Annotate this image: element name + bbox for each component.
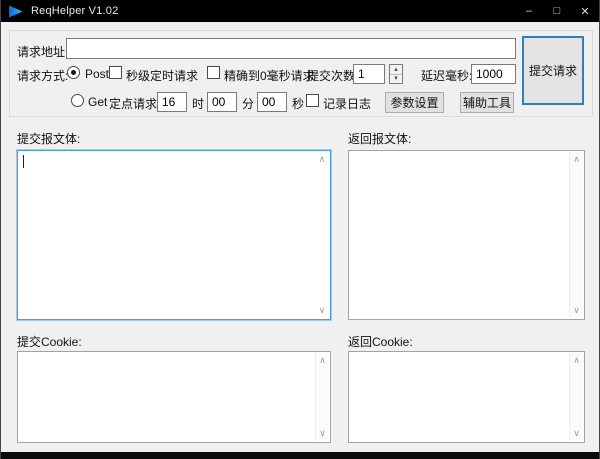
spinner-down-icon[interactable]: ▾ xyxy=(390,75,402,84)
submit-request-button[interactable]: 提交请求 xyxy=(522,36,584,105)
second-unit-label: 秒 xyxy=(292,95,304,112)
chevron-down-icon[interactable]: ∨ xyxy=(573,426,580,441)
submit-count-stepper[interactable]: ▴ ▾ xyxy=(389,64,403,84)
precise-zero-ms-checkbox[interactable] xyxy=(207,66,220,79)
window-title: ReqHelper V1.02 xyxy=(31,5,118,17)
log-checkbox[interactable] xyxy=(306,94,319,107)
maximize-icon[interactable]: □ xyxy=(543,0,571,22)
chevron-up-icon[interactable]: ∧ xyxy=(319,152,326,167)
chevron-down-icon[interactable]: ∨ xyxy=(319,303,326,318)
app-icon xyxy=(9,5,23,18)
get-radio[interactable] xyxy=(71,94,84,107)
response-body-label: 返回报文体: xyxy=(348,130,411,147)
chevron-down-icon[interactable]: ∨ xyxy=(573,303,580,318)
delay-ms-input[interactable] xyxy=(471,64,516,84)
seconds-timer-label[interactable]: 秒级定时请求 xyxy=(126,67,198,84)
titlebar: ReqHelper V1.02 – □ ✕ xyxy=(1,0,600,22)
radio-selected-dot xyxy=(71,70,76,75)
close-icon[interactable]: ✕ xyxy=(571,0,599,22)
request-cookie-label: 提交Cookie: xyxy=(17,333,82,350)
second-input[interactable] xyxy=(257,92,287,112)
chevron-down-icon[interactable]: ∨ xyxy=(319,426,326,441)
log-checkbox-label[interactable]: 记录日志 xyxy=(323,95,371,112)
minute-unit-label: 分 xyxy=(242,95,254,112)
hour-input[interactable] xyxy=(157,92,187,112)
address-input[interactable] xyxy=(66,38,516,59)
chevron-up-icon[interactable]: ∧ xyxy=(573,353,580,368)
seconds-timer-checkbox[interactable] xyxy=(109,66,122,79)
delay-ms-label: 延迟毫秒: xyxy=(421,67,472,84)
text-caret xyxy=(23,155,24,168)
chevron-up-icon[interactable]: ∧ xyxy=(319,353,326,368)
get-radio-label[interactable]: Get xyxy=(88,95,107,109)
scheduled-request-label: 定点请求: xyxy=(109,95,160,112)
minute-input[interactable] xyxy=(207,92,237,112)
response-cookie-label: 返回Cookie: xyxy=(348,333,413,350)
post-radio-label[interactable]: Post xyxy=(85,67,109,81)
hour-unit-label: 时 xyxy=(192,95,204,112)
spinner-up-icon[interactable]: ▴ xyxy=(390,65,402,75)
method-label: 请求方式: xyxy=(17,67,68,84)
response-cookie-textarea[interactable]: ∧ ∨ xyxy=(348,351,585,443)
response-cookie-scrollbar[interactable]: ∧ ∨ xyxy=(569,353,583,441)
address-label: 请求地址: xyxy=(17,43,68,60)
request-body-textarea[interactable]: ∧ ∨ xyxy=(17,150,331,320)
window-bottom-edge xyxy=(1,452,600,459)
minimize-icon[interactable]: – xyxy=(515,0,543,22)
response-body-scrollbar[interactable]: ∧ ∨ xyxy=(569,152,583,318)
tools-button-label: 辅助工具 xyxy=(463,94,511,111)
submit-count-label: 提交次数: xyxy=(307,67,358,84)
response-body-textarea[interactable]: ∧ ∨ xyxy=(348,150,585,320)
request-body-label: 提交报文体: xyxy=(17,130,80,147)
app-window: ReqHelper V1.02 – □ ✕ 请求地址: 提交请求 请求方式: P… xyxy=(0,0,600,459)
window-controls: – □ ✕ xyxy=(515,0,599,22)
submit-count-input[interactable] xyxy=(353,64,385,84)
post-radio[interactable] xyxy=(67,66,80,79)
tools-button[interactable]: 辅助工具 xyxy=(460,92,514,113)
params-button-label: 参数设置 xyxy=(390,94,438,111)
request-cookie-textarea[interactable]: ∧ ∨ xyxy=(17,351,331,443)
precise-zero-ms-label[interactable]: 精确到0毫秒请求 xyxy=(224,67,315,84)
params-button[interactable]: 参数设置 xyxy=(385,92,444,113)
submit-request-label: 提交请求 xyxy=(529,62,577,79)
chevron-up-icon[interactable]: ∧ xyxy=(573,152,580,167)
request-cookie-scrollbar[interactable]: ∧ ∨ xyxy=(315,353,329,441)
request-body-scrollbar[interactable]: ∧ ∨ xyxy=(315,152,329,318)
